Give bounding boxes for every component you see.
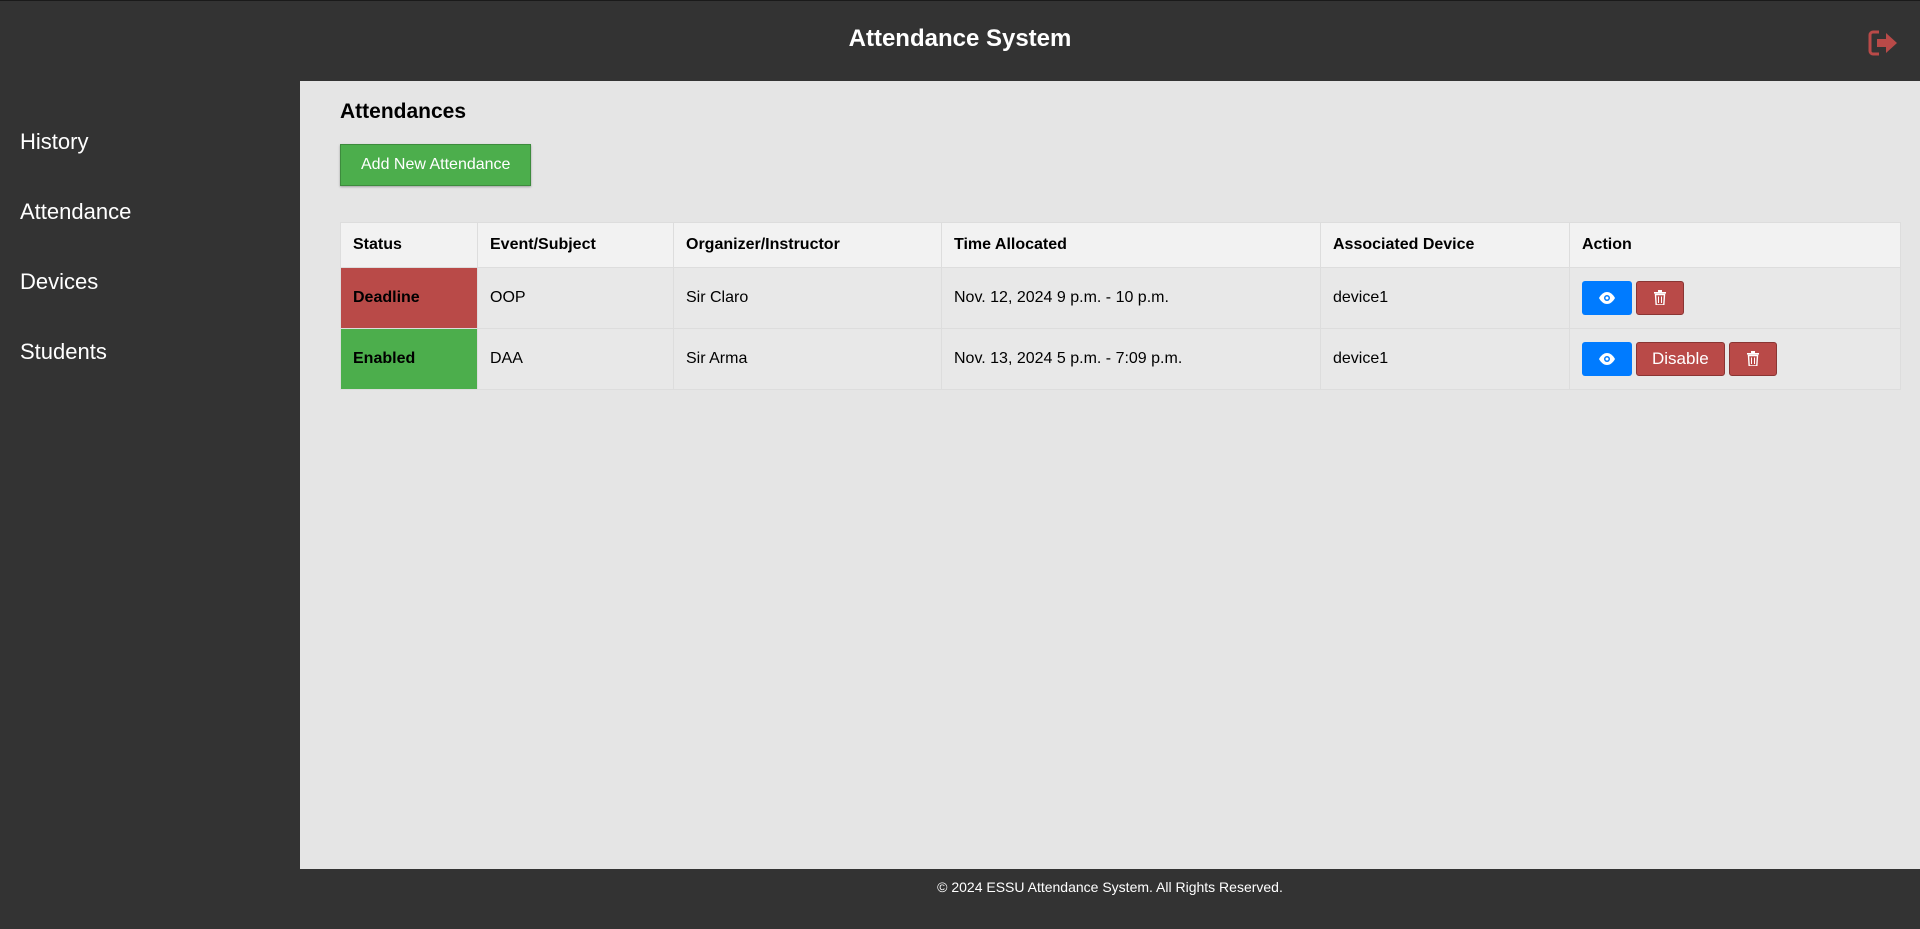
column-header-event: Event/Subject <box>477 222 674 268</box>
action-cell <box>1569 267 1901 329</box>
main-content: Attendances Add New Attendance Status Ev… <box>300 81 1920 869</box>
column-header-device: Associated Device <box>1320 222 1570 268</box>
trash-icon <box>1746 351 1759 367</box>
footer: © 2024 ESSU Attendance System. All Right… <box>300 869 1920 929</box>
sidebar-item-students[interactable]: Students <box>0 335 300 405</box>
sidebar-item-devices[interactable]: Devices <box>0 265 300 335</box>
event-cell: OOP <box>477 267 674 329</box>
footer-text: © 2024 ESSU Attendance System. All Right… <box>937 879 1283 895</box>
column-header-action: Action <box>1569 222 1901 268</box>
logout-icon[interactable] <box>1864 25 1900 61</box>
disable-button[interactable]: Disable <box>1636 342 1725 376</box>
action-cell: Disable <box>1569 328 1901 390</box>
add-attendance-button[interactable]: Add New Attendance <box>340 144 532 186</box>
organizer-cell: Sir Arma <box>673 328 942 390</box>
table-row: Deadline OOP Sir Claro Nov. 12, 2024 9 p… <box>340 267 1901 329</box>
attendance-table: Status Event/Subject Organizer/Instructo… <box>340 222 1901 390</box>
column-header-status: Status <box>340 222 478 268</box>
sidebar-item-attendance[interactable]: Attendance <box>0 195 300 265</box>
delete-button[interactable] <box>1728 342 1777 376</box>
view-button[interactable] <box>1582 342 1632 376</box>
status-badge: Deadline <box>340 267 478 329</box>
organizer-cell: Sir Claro <box>673 267 942 329</box>
device-cell: device1 <box>1320 267 1570 329</box>
sidebar: History Attendance Devices Students <box>0 81 300 869</box>
sidebar-item-history[interactable]: History <box>0 125 300 195</box>
eye-icon <box>1599 352 1615 365</box>
column-header-time: Time Allocated <box>941 222 1321 268</box>
column-header-organizer: Organizer/Instructor <box>673 222 942 268</box>
time-cell: Nov. 12, 2024 9 p.m. - 10 p.m. <box>941 267 1321 329</box>
device-cell: device1 <box>1320 328 1570 390</box>
delete-button[interactable] <box>1636 281 1684 315</box>
page-title: Attendances <box>340 100 467 123</box>
eye-icon <box>1599 291 1615 304</box>
view-button[interactable] <box>1582 281 1632 315</box>
table-row: Enabled DAA Sir Arma Nov. 13, 2024 5 p.m… <box>340 328 1901 390</box>
event-cell: DAA <box>477 328 674 390</box>
top-bar: Attendance System <box>0 0 1920 81</box>
time-cell: Nov. 13, 2024 5 p.m. - 7:09 p.m. <box>941 328 1321 390</box>
status-badge: Enabled <box>340 328 478 390</box>
trash-icon <box>1654 290 1666 306</box>
app-title: Attendance System <box>848 25 1072 52</box>
table-header-row: Status Event/Subject Organizer/Instructo… <box>340 222 1901 268</box>
